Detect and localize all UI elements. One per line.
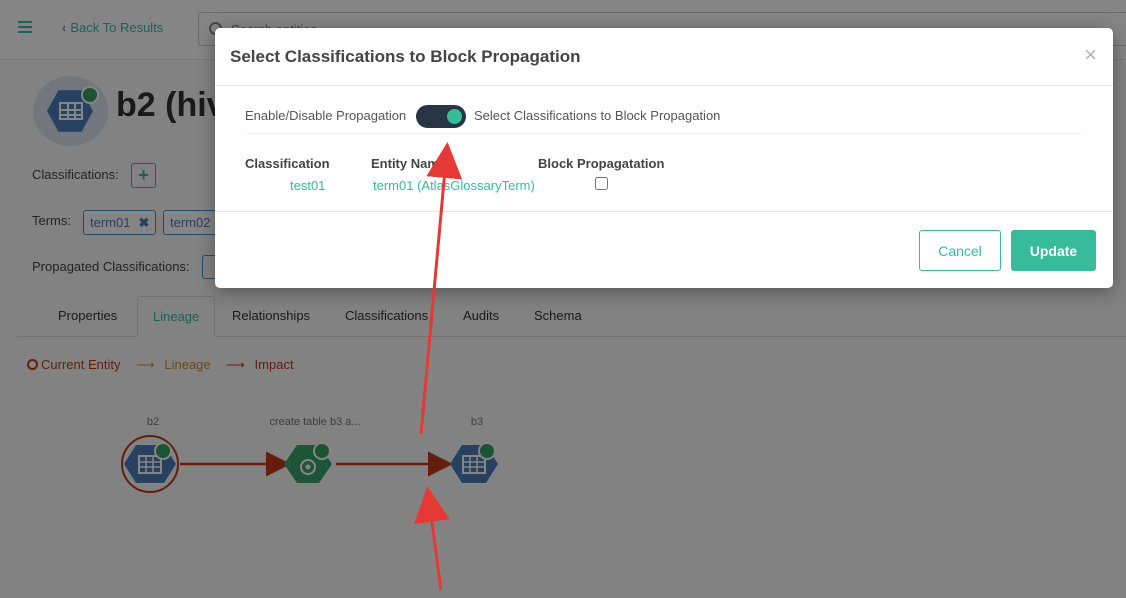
- classification-cell[interactable]: test01: [290, 178, 325, 193]
- toggle-knob: [447, 109, 462, 124]
- toggle-right-label: Select Classifications to Block Propagat…: [474, 108, 721, 123]
- update-button[interactable]: Update: [1011, 230, 1096, 271]
- column-header-block-propagation: Block Propagatation: [538, 156, 665, 171]
- column-header-classification: Classification: [245, 156, 330, 171]
- block-propagation-checkbox[interactable]: [595, 177, 608, 190]
- modal-footer-divider: [215, 211, 1113, 212]
- propagation-toggle[interactable]: [416, 105, 466, 128]
- entity-name-cell[interactable]: term01 (AtlasGlossaryTerm): [373, 178, 535, 193]
- column-header-entity-name: Entity Name: [371, 156, 447, 171]
- block-propagation-modal: Select Classifications to Block Propagat…: [215, 28, 1113, 288]
- modal-header-divider: [215, 85, 1113, 86]
- close-icon[interactable]: ×: [1084, 44, 1097, 66]
- propagation-toggle-row: Enable/Disable Propagation Select Classi…: [245, 105, 1083, 134]
- modal-title: Select Classifications to Block Propagat…: [230, 47, 581, 66]
- toggle-left-label: Enable/Disable Propagation: [245, 108, 407, 123]
- cancel-button[interactable]: Cancel: [919, 230, 1001, 271]
